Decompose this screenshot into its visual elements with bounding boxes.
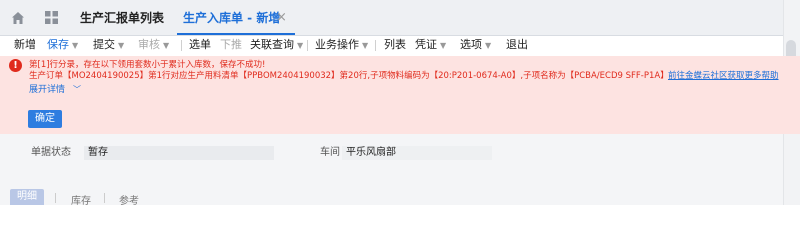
chevron-down-icon[interactable]: ▼ [163, 41, 169, 50]
new-button[interactable]: 新增 [14, 38, 36, 52]
detail-tabs: 明细 库存 参考 [0, 185, 800, 207]
tab-production-inbound-new[interactable]: 生产入库单 - 新增 [183, 0, 280, 36]
chevron-down-icon[interactable]: ▼ [297, 41, 303, 50]
ok-button[interactable]: 确定 [28, 110, 62, 128]
chevron-down-icon[interactable]: ▼ [440, 41, 446, 50]
tab-separator [55, 193, 56, 203]
home-icon[interactable] [11, 11, 25, 25]
toolbar-separator [307, 40, 308, 51]
help-link[interactable]: 前往金蝶云社区获取更多帮助 [668, 71, 779, 82]
tab-detail[interactable]: 明细 [10, 189, 44, 205]
status-label: 单据状态 [31, 147, 71, 158]
expand-details-toggle[interactable]: 展开详情 ﹀ [29, 84, 81, 96]
tab-inventory[interactable]: 库存 [71, 192, 91, 207]
chevron-down-icon[interactable]: ▼ [485, 41, 491, 50]
push-down-button[interactable]: 下推 [220, 38, 242, 52]
select-order-button[interactable]: 选单 [189, 38, 211, 52]
chevron-down-icon[interactable]: ▼ [118, 41, 124, 50]
grid-icon[interactable] [45, 11, 58, 24]
audit-label: 审核 [138, 38, 160, 51]
toolbar-separator [181, 40, 182, 51]
chevron-down-icon[interactable]: ▼ [72, 41, 78, 50]
error-summary: 第[1]行分录，存在以下领用套数小于累计入库数，保存不成功! [29, 60, 266, 70]
chevron-down-icon: ﹀ [73, 85, 82, 94]
business-ops-label: 业务操作 [315, 38, 359, 51]
toolbar: 新增 保存 ▼ 提交 ▼ 审核 ▼ 选单 下推 关联查询 ▼ 业务操作 ▼ 列表 凭证 ▼ … [0, 36, 800, 56]
voucher-label: 凭证 [415, 38, 437, 51]
chevron-down-icon[interactable]: ▼ [362, 41, 368, 50]
related-query-label: 关联查询 [250, 38, 294, 51]
options-label: 选项 [460, 38, 482, 51]
tab-reference[interactable]: 参考 [119, 192, 139, 207]
workshop-label: 车间 [320, 147, 340, 158]
tab-bar: 生产汇报单列表 生产入库单 - 新增 × [0, 0, 800, 36]
submit-label: 提交 [93, 38, 115, 51]
error-detail: 生产订单【MO2404190025】第1行对应生产用料清单【PPBOM24041… [29, 71, 669, 81]
save-label: 保存 [47, 38, 69, 51]
workshop-field[interactable]: 平乐风扇部 [342, 146, 492, 160]
audit-button[interactable]: 审核 ▼ [138, 38, 169, 53]
options-button[interactable]: 选项 ▼ [460, 38, 491, 53]
list-button[interactable]: 列表 [384, 38, 406, 52]
error-icon: ! [9, 59, 22, 72]
close-icon[interactable]: × [276, 0, 287, 36]
voucher-button[interactable]: 凭证 ▼ [415, 38, 446, 53]
save-button[interactable]: 保存 ▼ [47, 38, 78, 53]
status-field[interactable]: 暂存 [84, 146, 274, 160]
exit-button[interactable]: 退出 [506, 38, 528, 52]
submit-button[interactable]: 提交 ▼ [93, 38, 124, 53]
business-ops-button[interactable]: 业务操作 ▼ [315, 38, 368, 53]
related-query-button[interactable]: 关联查询 ▼ [250, 38, 303, 53]
expand-details-label: 展开详情 [29, 85, 66, 95]
tab-production-report-list[interactable]: 生产汇报单列表 [80, 0, 164, 36]
error-message-panel: ! 第[1]行分录，存在以下领用套数小于累计入库数，保存不成功! 生产订单【MO… [0, 56, 800, 134]
toolbar-separator [375, 40, 376, 51]
tab-separator [104, 193, 105, 203]
